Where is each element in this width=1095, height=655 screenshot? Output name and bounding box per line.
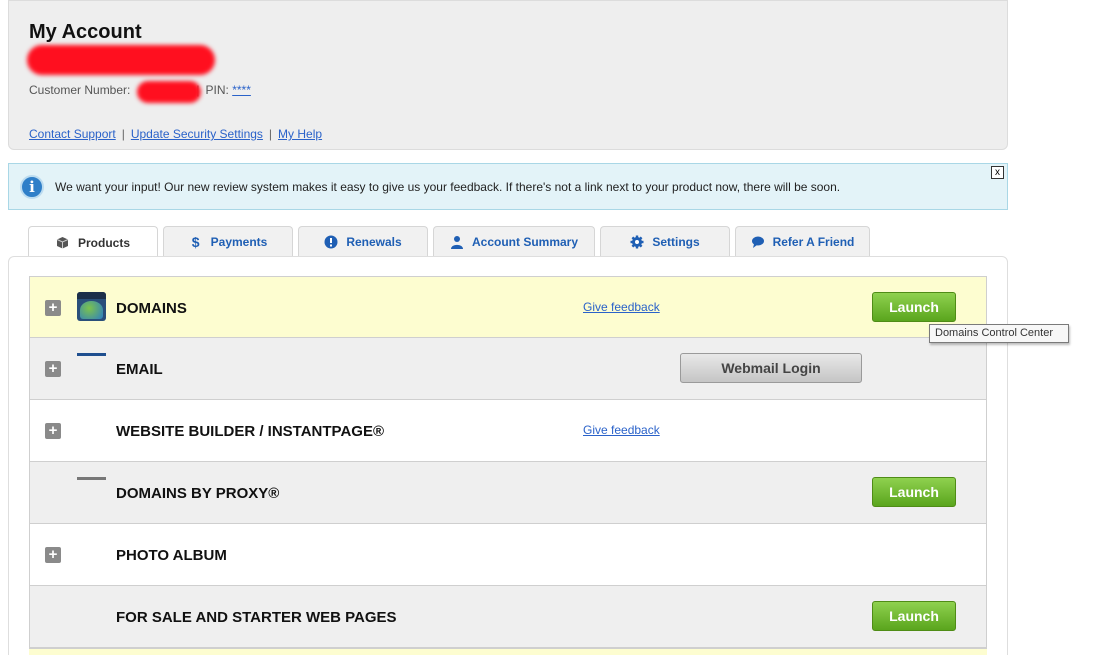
- tab-renewals[interactable]: Renewals: [298, 226, 428, 257]
- dollar-icon: $: [191, 234, 200, 250]
- product-row-domains: + DOMAINS Give feedback Launch: [29, 276, 987, 338]
- product-title: WEBSITE BUILDER / INSTANTPAGE®: [116, 423, 385, 440]
- tab-renewals-label: Renewals: [346, 235, 402, 249]
- account-header: My Account Customer Number:|PIN: **** Co…: [8, 0, 1008, 150]
- product-row-website-builder: + WEBSITE BUILDER / INSTANTPAGE® Give fe…: [29, 400, 987, 462]
- customer-number-label: Customer Number:: [29, 83, 131, 97]
- alert-icon: [324, 235, 338, 249]
- tab-settings[interactable]: Settings: [600, 226, 730, 257]
- domains-icon: [77, 292, 106, 321]
- product-row-for-sale-pages: FOR SALE AND STARTER WEB PAGES Launch: [29, 586, 987, 648]
- email-icon: [77, 353, 106, 356]
- account-links: Contact Support | Update Security Settings…: [29, 127, 323, 141]
- product-row-email: + EMAIL Webmail Login: [29, 338, 987, 400]
- give-feedback-link[interactable]: Give feedback: [583, 423, 660, 437]
- pin-link[interactable]: ****: [232, 83, 251, 97]
- speech-bubble-icon: [751, 235, 765, 249]
- box-icon: [56, 236, 70, 250]
- redacted-account-name: [27, 45, 215, 75]
- tab-settings-label: Settings: [652, 235, 700, 249]
- give-feedback-link[interactable]: Give feedback: [583, 300, 660, 314]
- launch-tooltip: Domains Control Center: [929, 324, 1069, 343]
- close-icon[interactable]: x: [991, 166, 1004, 179]
- product-title: FOR SALE AND STARTER WEB PAGES: [116, 609, 397, 626]
- tab-refer-a-friend-label: Refer A Friend: [772, 235, 855, 249]
- info-icon: i: [20, 175, 44, 199]
- feedback-info-banner: i We want your input! Our new review sys…: [8, 163, 1008, 210]
- launch-button[interactable]: Launch: [872, 601, 956, 631]
- product-title: EMAIL: [116, 361, 163, 378]
- product-title: DOMAINS BY PROXY®: [116, 485, 280, 502]
- tab-account-summary-label: Account Summary: [471, 235, 579, 249]
- tab-refer-a-friend[interactable]: Refer A Friend: [735, 226, 870, 257]
- expand-icon[interactable]: +: [45, 547, 61, 563]
- launch-button[interactable]: Launch: [872, 292, 956, 322]
- redacted-customer-number: [137, 81, 201, 103]
- next-product-row: [29, 648, 987, 655]
- tab-account-summary[interactable]: Account Summary: [433, 226, 595, 257]
- products-list: + DOMAINS Give feedback Launch + EMAIL W…: [29, 276, 987, 648]
- proxy-icon: [77, 477, 106, 480]
- product-row-domains-by-proxy: DOMAINS BY PROXY® Launch: [29, 462, 987, 524]
- product-title: PHOTO ALBUM: [116, 547, 227, 564]
- update-security-settings-link[interactable]: Update Security Settings: [131, 127, 263, 141]
- tab-products[interactable]: Products: [28, 226, 158, 258]
- banner-text: We want your input! Our new review syste…: [55, 180, 841, 194]
- tab-payments[interactable]: $ Payments: [163, 226, 293, 257]
- pin-label: PIN:: [205, 83, 229, 97]
- tab-payments-label: Payments: [210, 235, 268, 249]
- page-title: My Account: [29, 21, 142, 43]
- gear-icon: [630, 235, 644, 249]
- person-icon: [450, 235, 464, 249]
- expand-icon[interactable]: +: [45, 423, 61, 439]
- expand-icon[interactable]: +: [45, 361, 61, 377]
- product-title: DOMAINS: [116, 300, 187, 317]
- webmail-login-button[interactable]: Webmail Login: [680, 353, 862, 383]
- contact-support-link[interactable]: Contact Support: [29, 127, 116, 141]
- my-help-link[interactable]: My Help: [278, 127, 322, 141]
- product-row-photo-album: + PHOTO ALBUM: [29, 524, 987, 586]
- expand-icon[interactable]: +: [45, 300, 61, 316]
- launch-button[interactable]: Launch: [872, 477, 956, 507]
- tab-products-label: Products: [77, 235, 130, 250]
